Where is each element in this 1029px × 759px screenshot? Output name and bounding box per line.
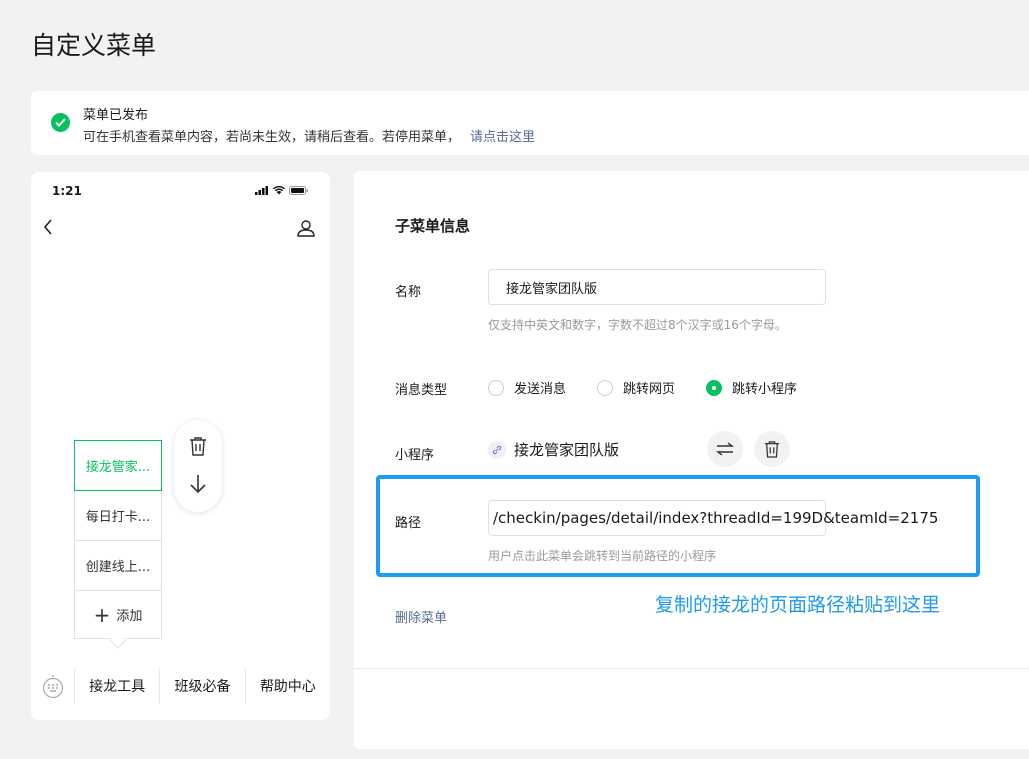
link-icon xyxy=(488,440,506,459)
divider xyxy=(354,668,1029,669)
notice-title: 菜单已发布 xyxy=(83,108,149,123)
radio-dot xyxy=(706,379,723,396)
check-circle-icon xyxy=(51,113,70,132)
chevron-left-icon[interactable] xyxy=(43,219,53,239)
battery-icon xyxy=(289,186,308,195)
name-label: 名称 xyxy=(395,285,422,300)
radio-jump-web[interactable]: 跳转网页 xyxy=(597,378,675,397)
annotation-text: 复制的接龙的页面路径粘贴到这里 xyxy=(655,594,941,616)
submenu-list: 接龙管家... 每日打卡... 创建线上... + 添加 xyxy=(74,440,162,649)
section-title: 子菜单信息 xyxy=(395,217,471,235)
trash-icon[interactable] xyxy=(754,431,790,467)
menu-tab[interactable]: 帮助中心 xyxy=(246,676,330,696)
type-radio-group: 发送消息 跳转网页 跳转小程序 xyxy=(488,378,828,397)
type-label: 消息类型 xyxy=(395,383,448,398)
menu-tab[interactable]: 接龙工具 xyxy=(75,676,159,696)
submenu-item[interactable]: 每日打卡... xyxy=(74,491,162,541)
keyboard-icon[interactable] xyxy=(31,674,74,698)
submenu-actions xyxy=(174,420,222,512)
submenu-editor: 子菜单信息 名称 接龙管家团队版 仅支持中英文和数字，字数不超过8个汉字或16个… xyxy=(354,171,1029,749)
arrow-down-icon[interactable] xyxy=(189,474,207,498)
menu-bar: 接龙工具 班级必备 帮助中心 xyxy=(31,668,330,704)
trash-icon[interactable] xyxy=(189,436,207,460)
miniapp-info: 接龙管家团队版 xyxy=(488,439,619,460)
radio-label: 发送消息 xyxy=(514,382,567,397)
radio-dot xyxy=(488,379,504,396)
submenu-item[interactable]: 接龙管家... xyxy=(74,440,162,491)
notice-desc: 可在手机查看菜单内容，若尚未生效，请稍后查看。若停用菜单， 请点击这里 xyxy=(83,126,535,145)
swap-icon[interactable] xyxy=(707,431,743,467)
wifi-icon xyxy=(273,186,285,195)
plus-icon: + xyxy=(93,602,111,627)
radio-label: 跳转网页 xyxy=(623,382,676,397)
delete-menu-link[interactable]: 删除菜单 xyxy=(395,607,447,626)
signal-icon xyxy=(255,186,268,195)
radio-dot xyxy=(597,379,614,396)
status-time: 1:21 xyxy=(52,184,82,198)
name-input[interactable]: 接龙管家团队版 xyxy=(488,269,826,305)
miniapp-label: 小程序 xyxy=(395,448,435,463)
disable-menu-link[interactable]: 请点击这里 xyxy=(470,130,535,145)
user-icon[interactable] xyxy=(297,220,315,241)
name-hint: 仅支持中英文和数字，字数不超过8个汉字或16个字母。 xyxy=(488,318,787,332)
miniapp-name: 接龙管家团队版 xyxy=(514,441,620,459)
publish-notice: 菜单已发布 可在手机查看菜单内容，若尚未生效，请稍后查看。若停用菜单， 请点击这里 xyxy=(31,91,1029,155)
notice-desc-text: 可在手机查看菜单内容，若尚未生效，请稍后查看。若停用菜单， xyxy=(83,130,461,145)
status-icons xyxy=(255,186,309,195)
radio-send-message[interactable]: 发送消息 xyxy=(488,378,566,397)
radio-jump-miniapp[interactable]: 跳转小程序 xyxy=(706,378,797,397)
highlight-box xyxy=(376,475,980,577)
menu-tab[interactable]: 班级必备 xyxy=(160,676,244,696)
phone-preview: 1:21 接龙管家... 每日打卡... 创建线上... + 添加 接龙工具 班… xyxy=(31,172,330,720)
submenu-item[interactable]: 创建线上... xyxy=(74,541,162,591)
page-title: 自定义菜单 xyxy=(31,31,157,60)
radio-label: 跳转小程序 xyxy=(732,382,798,397)
add-label: 添加 xyxy=(116,609,143,624)
